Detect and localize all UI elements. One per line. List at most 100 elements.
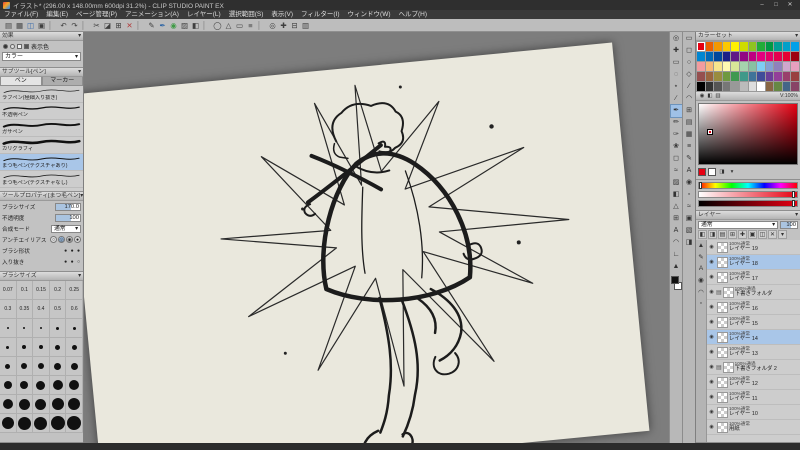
- swatch-icon[interactable]: [17, 44, 22, 49]
- layer-thumbnail[interactable]: [717, 391, 728, 403]
- zoom-tool-icon[interactable]: ◎: [671, 33, 682, 45]
- color-swatch[interactable]: [782, 72, 791, 81]
- brush-size-cell[interactable]: [16, 338, 34, 357]
- layer-thumbnail[interactable]: [717, 421, 728, 433]
- layer-row[interactable]: ◉ 100%通常 用紙: [707, 420, 800, 435]
- menu-item[interactable]: フィルター(I): [297, 10, 344, 19]
- subtool-item[interactable]: 不透明ペン: [0, 103, 83, 120]
- subtool-tab[interactable]: マーカー: [41, 77, 83, 86]
- toolbar-icon[interactable]: ✎: [146, 20, 157, 31]
- brush-size-cell[interactable]: [16, 357, 34, 376]
- layer-row[interactable]: ◉ 100%通常 レイヤー 17: [707, 270, 800, 285]
- value-slider[interactable]: [698, 200, 798, 207]
- ruler-tool-icon[interactable]: ∟: [671, 249, 682, 261]
- palette-strip-icon[interactable]: ◉: [696, 276, 706, 284]
- figure-tool-icon[interactable]: △: [671, 201, 682, 213]
- layer-row[interactable]: ◉ 100%通常 レイヤー 15: [707, 315, 800, 330]
- menu-item[interactable]: 表示(V): [267, 10, 297, 19]
- color-swatch[interactable]: [705, 52, 714, 61]
- eyedropper-tool-icon[interactable]: ∕: [671, 93, 682, 105]
- color-swatch[interactable]: [765, 72, 774, 81]
- menu-item[interactable]: ヘルプ(H): [395, 10, 432, 19]
- layer-thumbnail[interactable]: [717, 376, 728, 388]
- color-swatch[interactable]: [774, 42, 782, 51]
- layer-thumbnail[interactable]: [717, 241, 728, 253]
- command-icon[interactable]: A: [684, 165, 695, 177]
- toolbar-icon[interactable]: ▨: [179, 20, 190, 31]
- color-swatch[interactable]: [714, 52, 722, 61]
- command-icon[interactable]: ⊞: [684, 105, 695, 117]
- layer-name[interactable]: レイヤー 16: [729, 306, 799, 313]
- toolbar-icon[interactable]: ≡: [245, 20, 256, 31]
- command-icon[interactable]: ∕: [684, 81, 695, 93]
- brush-size-cell[interactable]: 0.6: [66, 300, 83, 319]
- toolbar-icon[interactable]: △: [223, 20, 234, 31]
- layer-visibility-icon[interactable]: ◉: [708, 304, 715, 310]
- menu-item[interactable]: 選択範囲(S): [225, 10, 268, 19]
- layer-row[interactable]: ◉ 100%通常 レイヤー 19: [707, 240, 800, 255]
- brush-size-cell[interactable]: [49, 357, 67, 376]
- layer-visibility-icon[interactable]: ◉: [708, 409, 715, 415]
- color-swatch[interactable]: [782, 52, 791, 61]
- brush-size-cell[interactable]: [16, 414, 34, 433]
- layer-command-icon[interactable]: ✚: [738, 230, 747, 239]
- layer-name[interactable]: レイヤー 15: [729, 321, 799, 328]
- command-icon[interactable]: ≈: [684, 201, 695, 213]
- layer-command-icon[interactable]: ⊞: [728, 230, 737, 239]
- color-swatch[interactable]: [697, 42, 705, 51]
- command-icon[interactable]: ▫: [684, 189, 695, 201]
- minimize-button[interactable]: –: [755, 1, 769, 10]
- color-swatch[interactable]: [739, 42, 748, 51]
- palette-strip-icon[interactable]: A: [696, 265, 706, 272]
- operation-tool-icon[interactable]: ▲: [671, 261, 682, 273]
- layer-row[interactable]: ◉ ▤ 100%通過 下書きフォルダ: [707, 285, 800, 300]
- menu-item[interactable]: レイヤー(L): [183, 10, 225, 19]
- brush-size-cell[interactable]: [0, 319, 17, 338]
- saturation-slider[interactable]: [698, 191, 798, 198]
- color-swatch[interactable]: [705, 82, 714, 91]
- command-icon[interactable]: ▧: [684, 225, 695, 237]
- layer-command-icon[interactable]: ▣: [748, 230, 757, 239]
- layer-row[interactable]: ◉ 100%通常 レイヤー 13: [707, 345, 800, 360]
- color-swatch[interactable]: [782, 62, 791, 71]
- palette-strip-icon[interactable]: ✎: [696, 253, 706, 261]
- opacity-input[interactable]: 100: [55, 213, 81, 222]
- panel-menu-icon[interactable]: ▾: [78, 68, 81, 76]
- layer-opacity-input[interactable]: 100: [780, 221, 798, 229]
- fill-tool-icon[interactable]: ▨: [671, 177, 682, 189]
- color-swatch[interactable]: [765, 52, 774, 61]
- color-swatch[interactable]: [774, 52, 782, 61]
- toolbar-icon[interactable]: ◎: [267, 20, 278, 31]
- expression-color-dropdown[interactable]: カラー ▾: [2, 52, 81, 61]
- maximize-button[interactable]: □: [769, 1, 783, 10]
- layer-blend-dropdown[interactable]: 通常 ▾: [698, 221, 778, 229]
- slider-handle[interactable]: [792, 191, 796, 198]
- color-swatch[interactable]: [782, 82, 791, 91]
- layer-name[interactable]: レイヤー 13: [729, 351, 799, 358]
- layer-name[interactable]: レイヤー 18: [729, 261, 799, 268]
- panel-menu-icon[interactable]: ▾: [80, 192, 83, 200]
- menu-item[interactable]: ウィンドウ(W): [344, 10, 395, 19]
- color-swatch[interactable]: [757, 82, 765, 91]
- command-icon[interactable]: ◉: [684, 177, 695, 189]
- picker-tab-icon[interactable]: ◉: [698, 93, 706, 99]
- hue-slider[interactable]: [698, 182, 798, 189]
- brush-size-cell[interactable]: [49, 319, 67, 338]
- text-tool-icon[interactable]: A: [671, 225, 682, 237]
- current-color-swatch[interactable]: [698, 168, 706, 176]
- subtool-item[interactable]: まつ毛ペン(テクスチャなし): [0, 171, 83, 188]
- color-swatch[interactable]: [705, 42, 714, 51]
- layer-name[interactable]: レイヤー 14: [729, 336, 799, 343]
- color-swatch[interactable]: [739, 52, 748, 61]
- command-icon[interactable]: ▭: [684, 33, 695, 45]
- color-swatch[interactable]: [739, 82, 748, 91]
- panel-menu-icon[interactable]: ▾: [795, 32, 798, 40]
- panel-menu-icon[interactable]: ▾: [78, 272, 81, 280]
- panel-menu-icon[interactable]: ▾: [795, 211, 798, 219]
- brush-size-cell[interactable]: [16, 376, 34, 395]
- brush-size-cell[interactable]: [0, 357, 17, 376]
- in-out-dots[interactable]: ● ● ○: [64, 259, 81, 265]
- eraser-tool-icon[interactable]: ◻: [671, 153, 682, 165]
- color-swatch[interactable]: [722, 52, 731, 61]
- current-color-swatch[interactable]: [708, 168, 716, 176]
